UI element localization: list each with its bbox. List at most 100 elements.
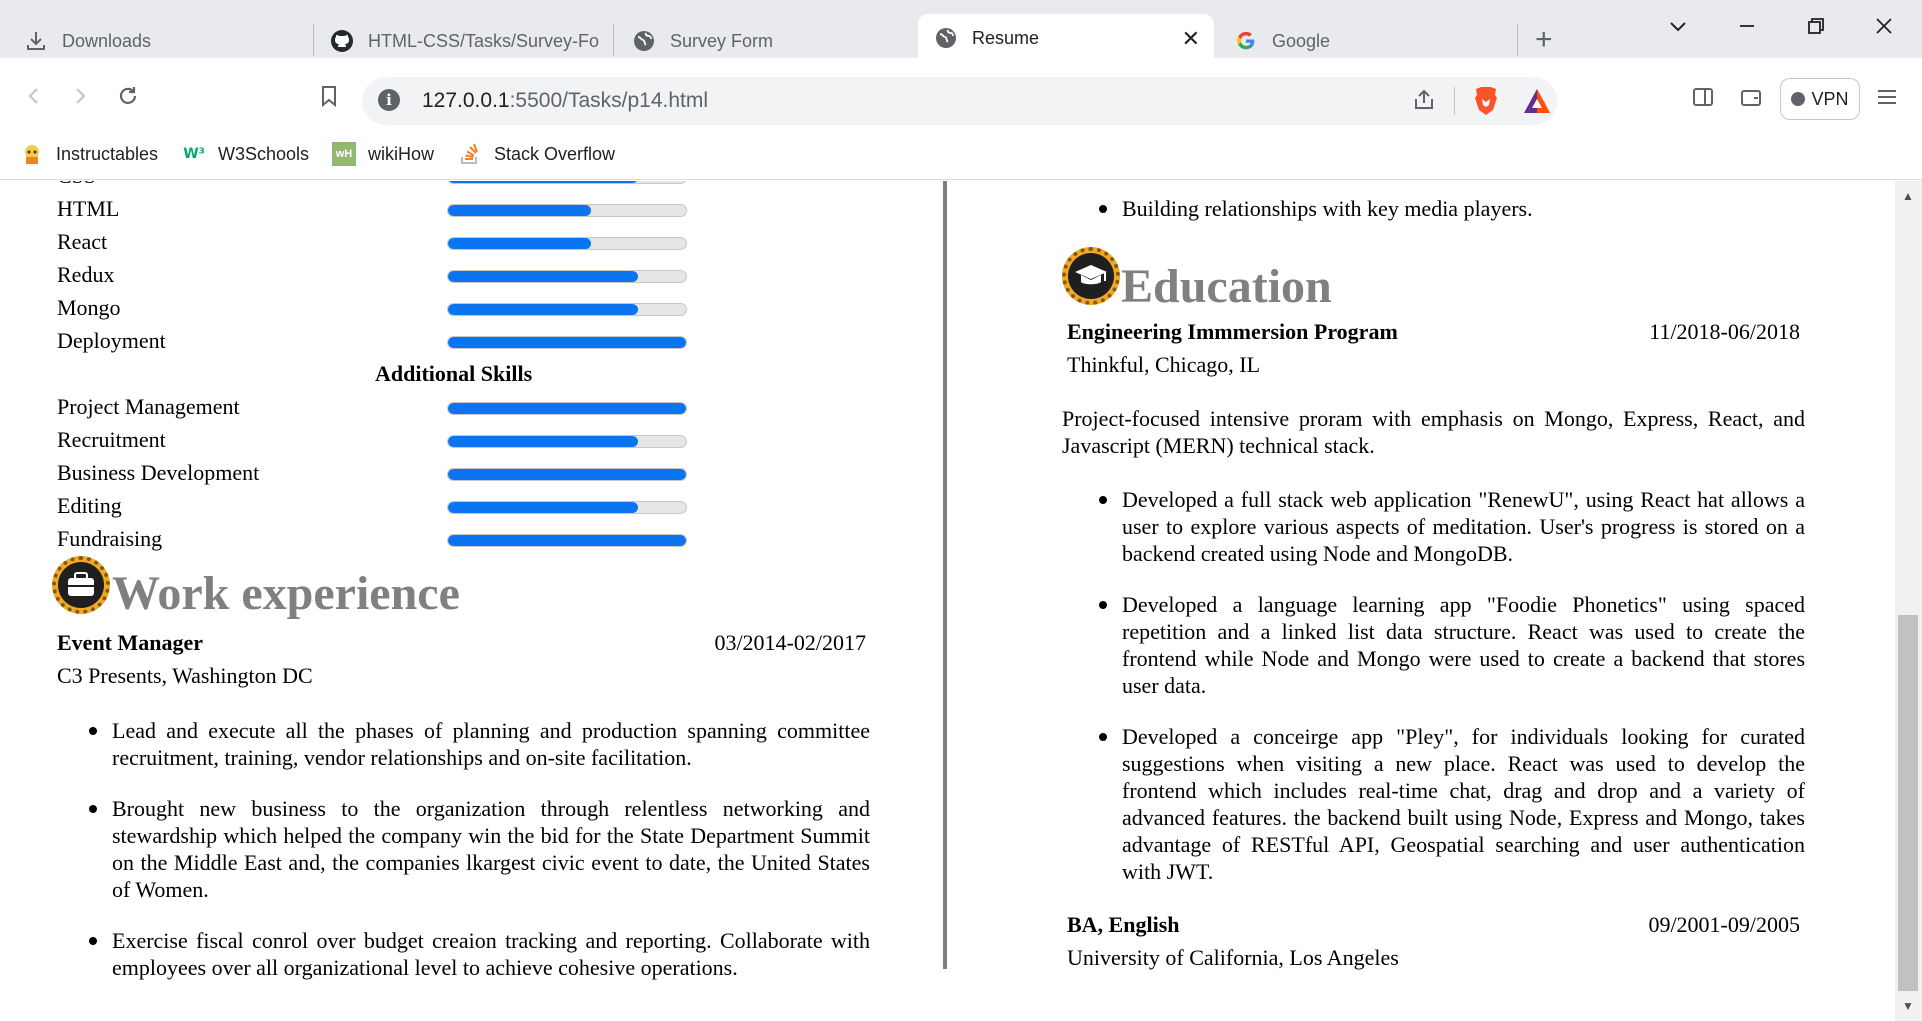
skill-bar	[447, 270, 687, 283]
address-bar[interactable]: i 127.0.0.1:5500/Tasks/p14.html	[362, 77, 1557, 125]
scrollbar-thumb[interactable]	[1898, 615, 1918, 991]
globe-icon	[934, 26, 958, 50]
program-location: Thinkful, Chicago, IL	[1067, 352, 1261, 377]
tab-search-chevron-icon[interactable]	[1668, 16, 1688, 42]
skill-bar-fill	[448, 502, 639, 513]
download-icon	[24, 29, 48, 53]
work-bullet-list: Lead and execute all the phases of plann…	[89, 717, 870, 1005]
skill-name: Mongo	[57, 295, 121, 320]
bookmark-label: Stack Overflow	[494, 143, 616, 164]
bookmark-instructables[interactable]: Instructables	[20, 142, 158, 166]
skill-row: Mongo	[57, 295, 697, 325]
brave-rewards-icon[interactable]	[1522, 87, 1552, 115]
brave-shields-icon[interactable]	[1472, 85, 1500, 117]
skill-name: Editing	[57, 493, 122, 518]
skill-bar	[447, 402, 687, 415]
back-button[interactable]	[22, 84, 46, 115]
skill-bar-fill	[448, 436, 639, 447]
url-text[interactable]: 127.0.0.1:5500/Tasks/p14.html	[422, 89, 708, 113]
scroll-down-arrow-icon[interactable]: ▼	[1902, 999, 1914, 1013]
media-bullet-list: Building relationships with key media pl…	[1099, 195, 1802, 246]
bookmark-stack-overflow[interactable]: Stack Overflow	[458, 142, 615, 166]
skill-bar-fill	[448, 304, 639, 315]
globe-icon	[632, 29, 656, 53]
program-description: Project-focused intensive proram with em…	[1062, 406, 1805, 458]
list-item: Exercise fiscal conrol over budget creai…	[89, 928, 870, 980]
skill-row: Recruitment	[57, 427, 697, 457]
share-icon[interactable]	[1412, 88, 1436, 118]
bookmark-w3schools[interactable]: W³ W3Schools	[182, 142, 309, 166]
additional-skills-heading: Additional Skills	[375, 361, 533, 386]
skill-bar-fill	[448, 535, 686, 546]
list-item: Building relationships with key media pl…	[1099, 195, 1802, 222]
scroll-up-arrow-icon[interactable]: ▲	[1902, 189, 1914, 203]
skill-bar-fill	[448, 271, 639, 282]
close-icon[interactable]: ✕	[1182, 26, 1200, 52]
skill-name: HTML	[57, 196, 120, 221]
bookmark-icon[interactable]	[318, 84, 340, 115]
forward-button[interactable]	[68, 84, 92, 115]
skill-name: Redux	[57, 262, 115, 287]
browser-toolbar: i 127.0.0.1:5500/Tasks/p14.html VPN	[0, 58, 1922, 142]
job-location: C3 Presents, Washington DC	[57, 663, 313, 688]
vpn-button[interactable]: VPN	[1780, 78, 1860, 120]
wallet-icon[interactable]	[1740, 86, 1762, 114]
job-dates: 03/2014-02/2017	[714, 630, 866, 655]
skill-name: Fundraising	[57, 526, 163, 551]
bookmark-label: wikiHow	[368, 143, 435, 164]
vpn-status-icon	[1791, 92, 1806, 106]
skill-bar	[447, 237, 687, 250]
stack-overflow-icon	[458, 142, 482, 166]
list-item: Developed a conceirge app "Pley", for in…	[1099, 724, 1805, 884]
degree-dates: 09/2001-09/2005	[1648, 912, 1800, 937]
skill-name: Business Development	[57, 460, 260, 485]
sidebar-icon[interactable]	[1692, 86, 1714, 114]
skill-bar	[447, 204, 687, 217]
new-tab-button[interactable]: +	[1535, 24, 1553, 56]
skill-row: Project Management	[57, 394, 697, 424]
skill-bar	[447, 534, 687, 547]
skill-bar-fill	[448, 181, 639, 183]
github-icon	[330, 29, 354, 53]
minimize-button[interactable]	[1737, 16, 1757, 42]
skill-bar	[447, 468, 687, 481]
skill-name: React	[57, 229, 108, 254]
page-scrollbar[interactable]: ▲ ▼	[1895, 181, 1922, 1021]
bookmark-label: W3Schools	[218, 143, 310, 164]
column-divider	[943, 181, 947, 969]
tab-title: Downloads	[62, 30, 152, 51]
program-bullet-list: Developed a full stack web application "…	[1099, 486, 1805, 909]
briefcase-icon	[52, 556, 110, 614]
tab-title: Google	[1272, 30, 1331, 51]
close-window-button[interactable]	[1874, 16, 1894, 42]
list-item: Developed a full stack web application "…	[1099, 487, 1805, 566]
skill-name: CSS	[57, 181, 96, 189]
education-heading: Education	[1121, 260, 1332, 313]
list-item: Brought new business to the organization…	[89, 796, 870, 902]
restore-button[interactable]	[1806, 16, 1826, 42]
degree-location: University of California, Los Angeles	[1067, 945, 1399, 970]
tab-resume[interactable]: Resume ✕	[918, 14, 1214, 62]
tab-title: HTML-CSS/Tasks/Survey-Form	[368, 30, 600, 51]
google-icon	[1234, 29, 1258, 53]
skill-bar	[447, 435, 687, 448]
site-info-icon[interactable]: i	[378, 89, 400, 111]
bookmark-wikihow[interactable]: wH wikiHow	[332, 142, 434, 166]
menu-icon[interactable]	[1876, 86, 1898, 114]
skill-name: Project Management	[57, 394, 240, 419]
bookmark-label: Instructables	[56, 143, 159, 164]
list-item: Lead and execute all the phases of plann…	[89, 718, 870, 770]
skill-bar	[447, 303, 687, 316]
reload-button[interactable]	[116, 84, 140, 115]
tab-title: Resume	[972, 27, 1040, 48]
program-dates: 11/2018-06/2018	[1649, 319, 1800, 344]
skill-row: Redux	[57, 262, 697, 292]
skill-bar	[447, 336, 687, 349]
job-title: Event Manager	[57, 630, 204, 655]
skill-name: Deployment	[57, 328, 166, 353]
skill-name: Recruitment	[57, 427, 166, 452]
resume-page: CSS HTML React Redux Mongo Deployment Ad…	[0, 181, 1895, 1021]
skill-bar-fill	[448, 403, 686, 414]
vpn-label: VPN	[1811, 88, 1849, 109]
work-experience-heading: Work experience	[112, 567, 460, 620]
